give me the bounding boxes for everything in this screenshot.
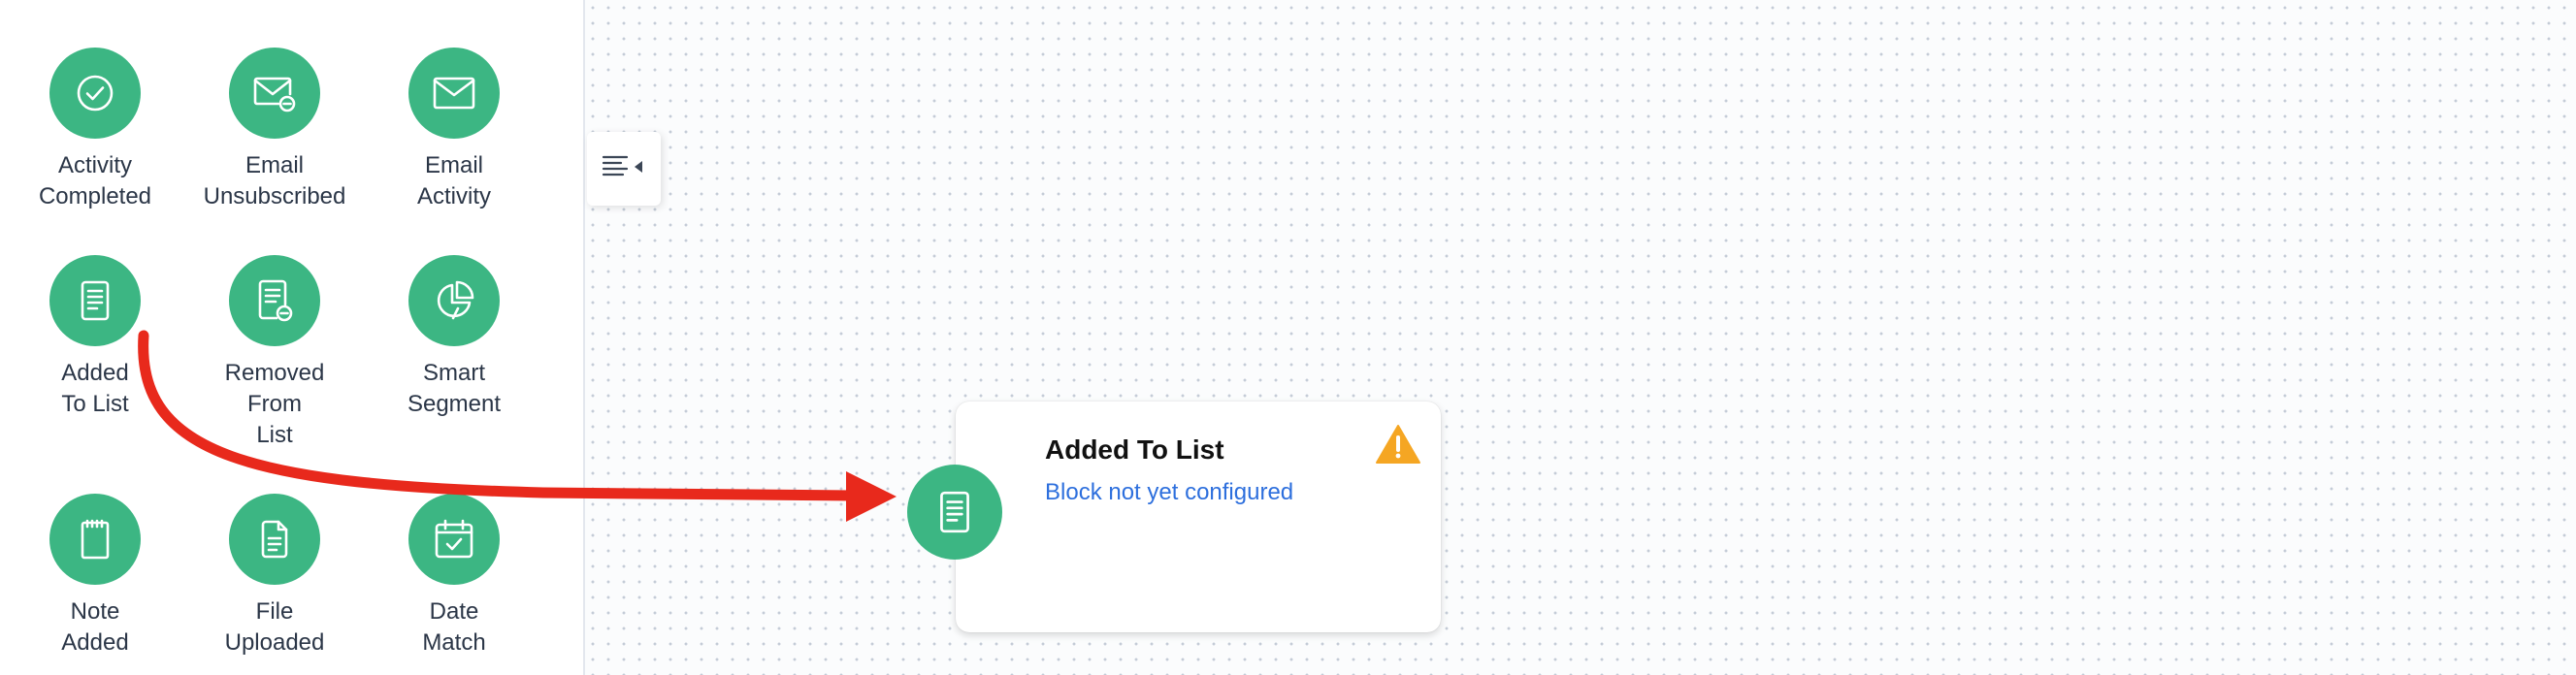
block-label: Activity Completed xyxy=(38,152,152,209)
block-email-activity[interactable]: Email Activity xyxy=(364,48,544,212)
trigger-block-palette: Activity Completed Email Unsubscribed Emai… xyxy=(0,0,585,675)
list-document-icon xyxy=(49,255,141,346)
block-smart-segment[interactable]: Smart Segment xyxy=(364,255,544,420)
node-title: Added To List xyxy=(1045,434,1224,465)
block-label: Email Unsubscribed xyxy=(203,152,346,209)
pie-chart-icon xyxy=(408,255,500,346)
block-label: Email Activity xyxy=(416,152,491,209)
warning-triangle-icon xyxy=(1375,423,1421,470)
notepad-icon xyxy=(49,494,141,585)
email-icon xyxy=(408,48,500,139)
align-left-collapse-icon xyxy=(600,153,648,185)
calendar-check-icon xyxy=(408,494,500,585)
block-label: Added To List xyxy=(61,360,129,417)
node-list-document-icon[interactable] xyxy=(907,465,1002,560)
file-icon xyxy=(229,494,320,585)
block-added-to-list[interactable]: Added To List xyxy=(5,255,185,420)
workflow-canvas[interactable] xyxy=(585,0,2576,675)
block-label: File Uploaded xyxy=(224,598,325,656)
workflow-node-card[interactable]: Added To List Block not yet configured xyxy=(956,402,1441,632)
block-label: Date Match xyxy=(422,598,486,656)
block-label: Smart Segment xyxy=(407,360,502,417)
node-status: Block not yet configured xyxy=(1045,479,1294,505)
block-file-uploaded[interactable]: File Uploaded xyxy=(184,494,365,659)
block-label: Note Added xyxy=(61,598,129,656)
sidebar-collapse-toggle[interactable] xyxy=(587,132,661,206)
block-note-added[interactable]: Note Added xyxy=(5,494,185,659)
check-circle-icon xyxy=(49,48,141,139)
list-document-minus-icon xyxy=(229,255,320,346)
block-email-unsubscribed[interactable]: Email Unsubscribed xyxy=(184,48,365,212)
block-date-match[interactable]: Date Match xyxy=(364,494,544,659)
block-label: Removed From List xyxy=(224,360,325,448)
email-minus-icon xyxy=(229,48,320,139)
block-removed-from-list[interactable]: Removed From List xyxy=(184,255,365,451)
block-activity-completed[interactable]: Activity Completed xyxy=(5,48,185,212)
